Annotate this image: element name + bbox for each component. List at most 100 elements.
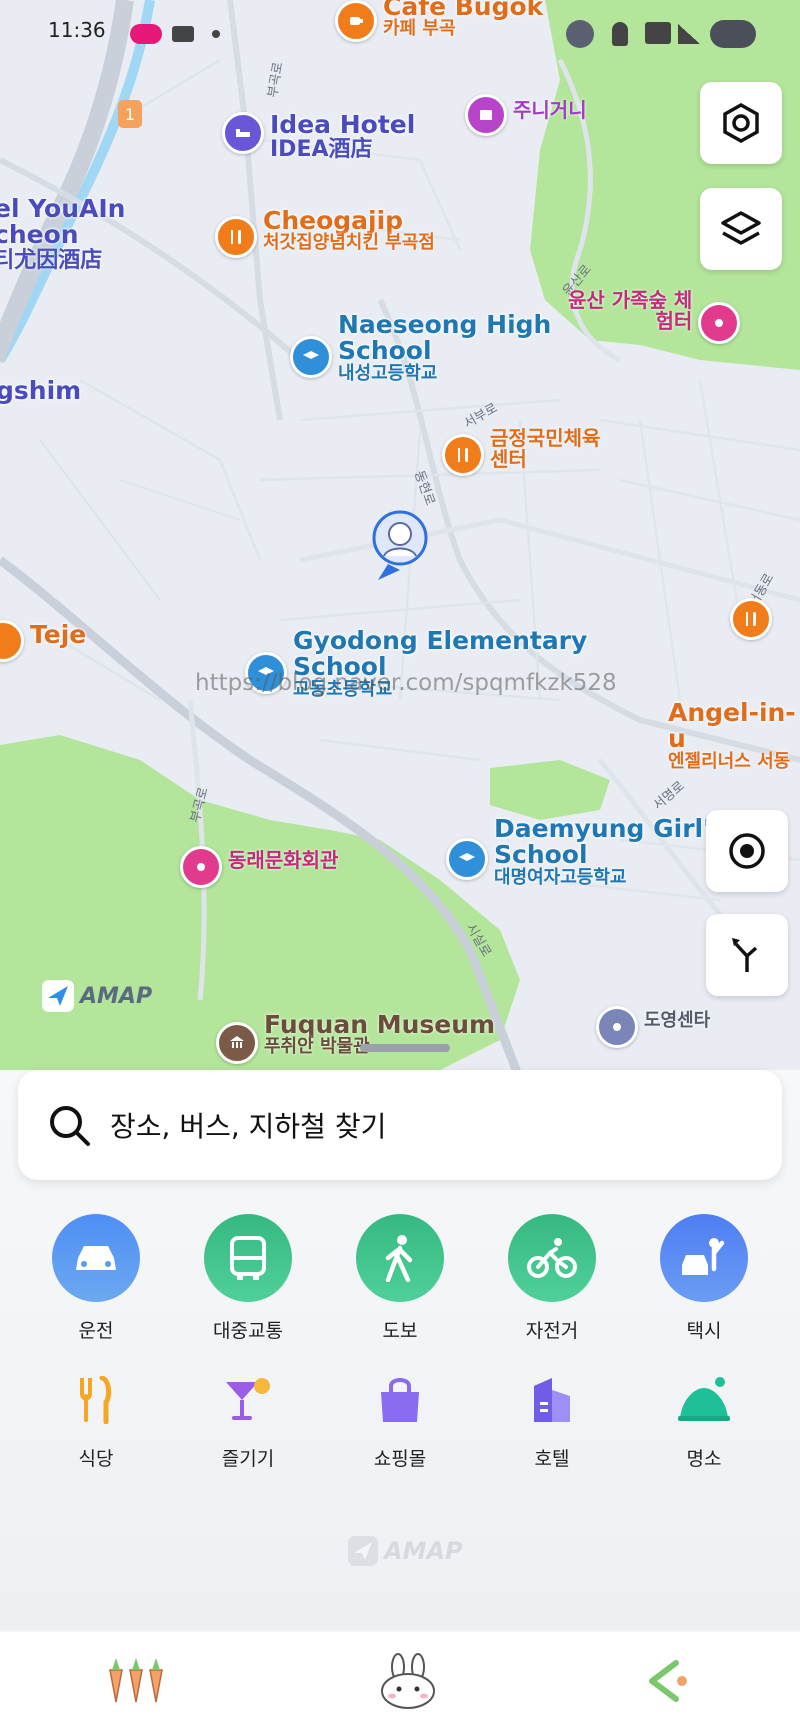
poi-subtitle: 내성고등학교 [338, 362, 438, 384]
poi-title: gshim [0, 376, 82, 405]
category-entertainment[interactable]: 즐기기 [188, 1370, 308, 1471]
bunny-icon [381, 1652, 435, 1709]
settings-button[interactable] [700, 82, 782, 164]
category-attraction[interactable]: 명소 [644, 1370, 764, 1471]
shopping-bag-icon [370, 1370, 430, 1430]
category-label: 식당 [78, 1448, 114, 1470]
poi-cafe-bugok[interactable]: Cafe Bugok 카페 부곡 [335, 0, 543, 42]
category-row: 식당 즐기기 쇼핑몰 호텔 명소 [0, 1370, 800, 1471]
map-logo: AMAP [42, 980, 152, 1012]
restaurant-icon [66, 1370, 126, 1430]
hotel-icon [222, 112, 264, 154]
back-arrow-icon [649, 1659, 687, 1702]
search-bar[interactable]: 장소, 버스, 지하철 찾기 [18, 1070, 782, 1180]
current-location-marker[interactable] [370, 510, 428, 580]
transport-drive[interactable]: 운전 [36, 1214, 156, 1343]
poi-title: Gyodong Elementary [293, 626, 588, 655]
hexagon-settings-icon [723, 102, 759, 144]
directions-button[interactable] [706, 914, 788, 996]
poi-naeseong-high-school[interactable]: Naeseong High School 내성고등학교 [290, 310, 552, 384]
battery-icon [710, 20, 756, 48]
poi-title: Angel-in-u [668, 698, 796, 754]
poi-doyoung-center[interactable]: 도영센타 [596, 1006, 710, 1048]
restaurant-icon [442, 434, 484, 476]
system-navigation-bar [0, 1632, 800, 1733]
layers-icon [721, 211, 761, 245]
locate-me-button[interactable] [706, 810, 788, 892]
poi-daemyung-girls-school[interactable]: Daemyung Girl's School 대명여자고등학교 [446, 815, 726, 888]
recent-apps-button[interactable] [104, 1656, 170, 1710]
poi-title: Fuquan Museum [264, 1010, 496, 1039]
museum-icon [216, 1022, 258, 1064]
poi-restaurant-edge[interactable] [730, 598, 772, 640]
cocktail-icon [218, 1370, 278, 1430]
poi-gshim[interactable]: gshim [0, 376, 82, 405]
poi-idea-hotel[interactable]: Idea Hotel IDEA酒店 [222, 110, 416, 163]
transport-label: 운전 [78, 1320, 114, 1342]
back-button[interactable] [646, 1659, 696, 1707]
shop-icon [465, 94, 507, 136]
mute-icon [566, 20, 594, 48]
search-icon [50, 1106, 90, 1146]
poi-subtitle: 대명여자고등학교 [494, 866, 627, 888]
route-arrow-icon [732, 938, 758, 972]
app-notification-icon [130, 24, 162, 44]
category-restaurant[interactable]: 식당 [36, 1370, 156, 1471]
car-icon [52, 1214, 140, 1302]
poi-yunsan-forest[interactable]: 윤산 가족숲 체 험터 [568, 288, 741, 344]
map-view[interactable]: 1 부곡로 윤산로 서부로 동현로 서동로 서명로 시실로 부곡로 11:36 … [0, 0, 800, 1080]
poi-title: 금정국민체육 [490, 426, 601, 450]
poi-geumjeong-gym[interactable]: 금정국민체육 센터 [442, 428, 600, 476]
category-label: 쇼핑몰 [373, 1448, 427, 1470]
attraction-icon [180, 846, 222, 888]
home-button[interactable] [378, 1652, 438, 1713]
bus-icon [204, 1214, 292, 1302]
walk-icon [356, 1214, 444, 1302]
transport-transit[interactable]: 대중교통 [188, 1214, 308, 1343]
poi-teje[interactable]: Teje [0, 620, 86, 662]
poi-subtitle: 엔젤리너스 서동 [668, 750, 791, 772]
poi-title: 주니거니 [513, 98, 587, 122]
poi-title: Teje [30, 620, 87, 649]
landmark-icon [674, 1370, 734, 1430]
status-time: 11:36 [48, 18, 106, 42]
poi-title: 윤산 가족숲 체 [568, 288, 693, 312]
poi-title: 동래문화회관 [228, 848, 339, 872]
poi-title: Idea Hotel [270, 110, 416, 139]
category-label: 호텔 [534, 1448, 570, 1470]
poi-title-line2: 험터 [655, 309, 693, 333]
restaurant-icon [0, 620, 24, 662]
transport-walk[interactable]: 도보 [340, 1214, 460, 1343]
poi-fuquan-museum[interactable]: Fuquan Museum 푸취안 박물관 [216, 1010, 496, 1064]
school-icon [446, 838, 488, 880]
search-placeholder: 장소, 버스, 지하철 찾기 [110, 1110, 387, 1143]
poi-title-line2: School [338, 336, 432, 366]
blog-watermark: https://blog.naver.com/spqmfkzk528 [195, 670, 617, 696]
transport-label: 대중교통 [213, 1320, 283, 1342]
layers-button[interactable] [700, 188, 782, 270]
poi-title: 도영센타 [644, 1010, 711, 1031]
poi-angel-in-us[interactable]: Angel-in-u 엔젤리너스 서동 [668, 698, 800, 772]
amap-logo-icon [348, 1536, 378, 1566]
poi-cheogajip[interactable]: Cheogajip 처갓집양념치킨 부곡점 [215, 207, 435, 258]
bicycle-icon [508, 1214, 596, 1302]
user-avatar-icon [372, 510, 428, 580]
transport-bicycle[interactable]: 자전거 [492, 1214, 612, 1343]
map-logo-text: AMAP [80, 983, 153, 1009]
amap-logo-icon [42, 980, 74, 1012]
poi-dongnae-culture-center[interactable]: 동래문화회관 [180, 846, 338, 888]
poi-jyunigeoni[interactable]: 주니거니 [465, 94, 587, 136]
target-icon [729, 833, 765, 869]
category-shopping[interactable]: 쇼핑몰 [340, 1370, 460, 1471]
category-hotel[interactable]: 호텔 [492, 1370, 612, 1471]
category-label: 즐기기 [221, 1448, 275, 1470]
poi-title: Naeseong High [338, 310, 552, 339]
poi-subtitle: IDEA酒店 [270, 137, 373, 163]
transport-taxi[interactable]: 택시 [644, 1214, 764, 1343]
restaurant-icon [730, 598, 772, 640]
sheet-drag-handle[interactable] [360, 1044, 450, 1052]
poi-subtitle: 처갓집양념치킨 부곡점 [263, 232, 435, 254]
poi-title-line2: 센터 [490, 447, 527, 471]
cafe-icon [335, 0, 377, 42]
poi-hotel-youain[interactable]: el YouAIn cheon 티尤因酒店 [0, 195, 125, 271]
